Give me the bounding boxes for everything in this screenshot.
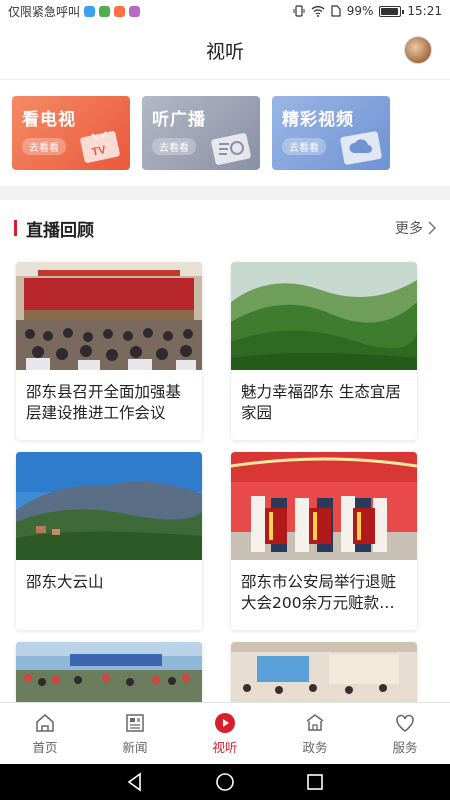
download-notification-icon	[99, 5, 111, 17]
app-notification-icon	[84, 5, 96, 17]
home-icon	[36, 713, 54, 732]
chevron-right-icon	[428, 221, 436, 235]
card-title: 邵东市公安局举行退赃大会200余万元赃款赃物	[241, 573, 397, 612]
recents-icon[interactable]	[304, 771, 326, 793]
section-header: 直播回顾 更多	[0, 200, 450, 256]
heart-icon	[396, 714, 414, 732]
card-title: 邵东县召开全面加强基层建设推进工作会议	[26, 383, 182, 422]
nav-label: 政务	[302, 739, 328, 755]
play-icon	[215, 712, 235, 733]
mountain-landscape-thumbnail	[16, 452, 202, 560]
battery-icon	[379, 5, 405, 17]
listen-radio-card[interactable]: 听广播 去看看	[142, 96, 260, 170]
bottom-nav: 首页 新闻 视听 政务 服务	[0, 702, 450, 764]
section-title: 直播回顾	[26, 220, 94, 241]
home-circle-icon[interactable]	[214, 771, 236, 793]
nav-label: 服务	[392, 739, 418, 755]
app-screen: 仅限紧急呼叫 99% 15:21 视听 看电视 去看看 TV 听广播 去看看 精…	[0, 0, 450, 800]
avatar[interactable]	[404, 36, 432, 64]
replay-card[interactable]: 邵东市公安局举行退赃大会200余万元赃款赃物	[231, 452, 417, 630]
gallery-notification-icon	[129, 5, 141, 17]
status-left: 仅限紧急呼叫	[8, 3, 141, 20]
replay-card[interactable]: 邵东大云山	[16, 452, 202, 630]
radio-icon	[211, 133, 251, 165]
news-icon	[126, 713, 144, 732]
sim-icon	[331, 5, 341, 17]
video-cloud-icon	[340, 131, 382, 165]
nav-service[interactable]: 服务	[360, 703, 450, 764]
battery-percent: 99%	[346, 4, 374, 18]
nav-government[interactable]: 政务	[270, 703, 360, 764]
nav-av[interactable]: 视听	[180, 703, 270, 764]
section-divider	[0, 186, 450, 200]
vibrate-icon	[293, 5, 305, 17]
green-mountains-thumbnail	[231, 262, 417, 370]
more-link[interactable]: 更多	[395, 218, 436, 238]
entry-title: 听广播	[152, 110, 206, 130]
entry-action: 去看看	[22, 138, 66, 155]
card-title: 邵东大云山	[26, 573, 104, 591]
nav-label: 视听	[212, 739, 238, 755]
government-icon	[306, 713, 324, 731]
entry-title: 看电视	[22, 110, 76, 130]
replay-card[interactable]: 邵东县召开全面加强基层建设推进工作会议	[16, 262, 202, 440]
system-nav-bar	[0, 764, 450, 800]
section-accent-bar	[14, 220, 17, 236]
wifi-icon	[311, 6, 325, 17]
carrier-text: 仅限紧急呼叫	[8, 4, 81, 19]
replay-card[interactable]: 魅力幸福邵东 生态宜居家园	[231, 262, 417, 440]
clock: 15:21	[407, 4, 442, 18]
back-icon[interactable]	[124, 771, 146, 793]
nav-label: 首页	[32, 739, 58, 755]
featured-video-card[interactable]: 精彩视频 去看看	[272, 96, 390, 170]
meeting-hall-thumbnail	[16, 262, 202, 370]
app-header: 视听	[0, 22, 450, 80]
entry-cards: 看电视 去看看 TV 听广播 去看看 精彩视频 去看看	[0, 80, 450, 186]
entry-action: 去看看	[282, 138, 326, 155]
police-ceremony-thumbnail	[231, 452, 417, 560]
entry-action: 去看看	[152, 138, 196, 155]
card-title: 魅力幸福邵东 生态宜居家园	[241, 383, 401, 422]
page-title: 视听	[205, 41, 244, 63]
nav-label: 新闻	[122, 739, 148, 755]
status-right: 99% 15:21	[293, 4, 442, 18]
more-label: 更多	[395, 221, 423, 237]
status-bar: 仅限紧急呼叫 99% 15:21	[0, 0, 450, 22]
battery-fill	[381, 7, 399, 15]
watch-tv-card[interactable]: 看电视 去看看 TV	[12, 96, 130, 170]
nav-home[interactable]: 首页	[0, 703, 90, 764]
nav-news[interactable]: 新闻	[90, 703, 180, 764]
entry-title: 精彩视频	[282, 110, 354, 130]
tv-icon: TV	[80, 131, 120, 163]
shop-notification-icon	[114, 5, 126, 17]
